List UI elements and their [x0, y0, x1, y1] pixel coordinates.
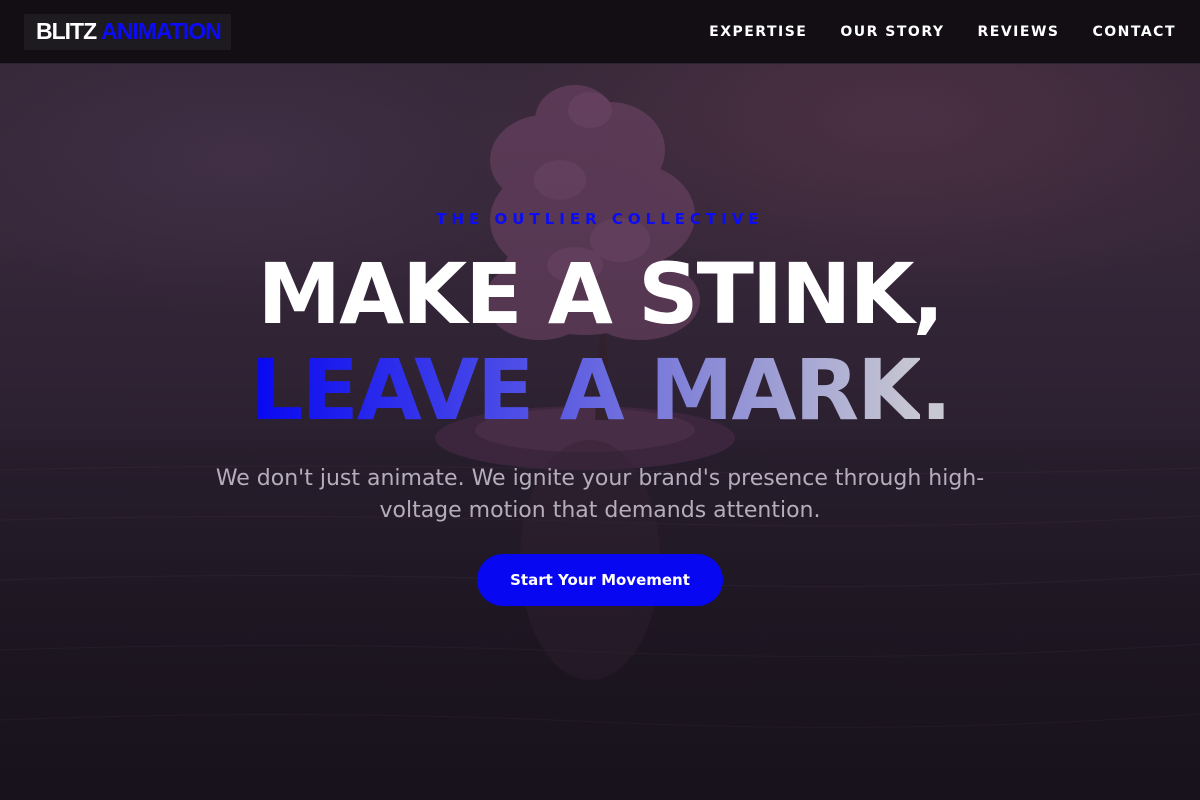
- hero-subtitle: We don't just animate. We ignite your br…: [215, 466, 985, 523]
- nav-link-contact[interactable]: CONTACT: [1092, 24, 1176, 40]
- nav-links: EXPERTISE OUR STORY REVIEWS CONTACT: [709, 23, 1176, 41]
- hero-headline-line2-wrap: LEAVE A MARK.: [0, 342, 1200, 438]
- nav-link-expertise[interactable]: EXPERTISE: [709, 24, 807, 40]
- brand-name-primary: BLITZ: [36, 18, 97, 44]
- nav-item: OUR STORY: [840, 23, 944, 41]
- nav-item: REVIEWS: [978, 23, 1060, 41]
- nav-item: EXPERTISE: [709, 23, 807, 41]
- brand-logo[interactable]: BLITZ ANIMATION: [24, 13, 231, 50]
- start-movement-button[interactable]: Start Your Movement: [477, 554, 723, 606]
- nav-link-our-story[interactable]: OUR STORY: [840, 24, 944, 40]
- hero-headline-line2: LEAVE A MARK: [249, 341, 922, 439]
- top-navbar: BLITZ ANIMATION EXPERTISE OUR STORY REVI…: [0, 0, 1200, 64]
- hero-eyebrow: THE OUTLIER COLLECTIVE: [436, 210, 764, 228]
- brand-name-secondary: ANIMATION: [101, 18, 222, 44]
- hero-headline-line1: MAKE A STINK,: [257, 245, 945, 343]
- hero-section: THE OUTLIER COLLECTIVE MAKE A STINK, LEA…: [0, 0, 1200, 800]
- nav-link-reviews[interactable]: REVIEWS: [978, 24, 1060, 40]
- nav-item: CONTACT: [1092, 23, 1176, 41]
- hero-headline-period: .: [920, 341, 952, 439]
